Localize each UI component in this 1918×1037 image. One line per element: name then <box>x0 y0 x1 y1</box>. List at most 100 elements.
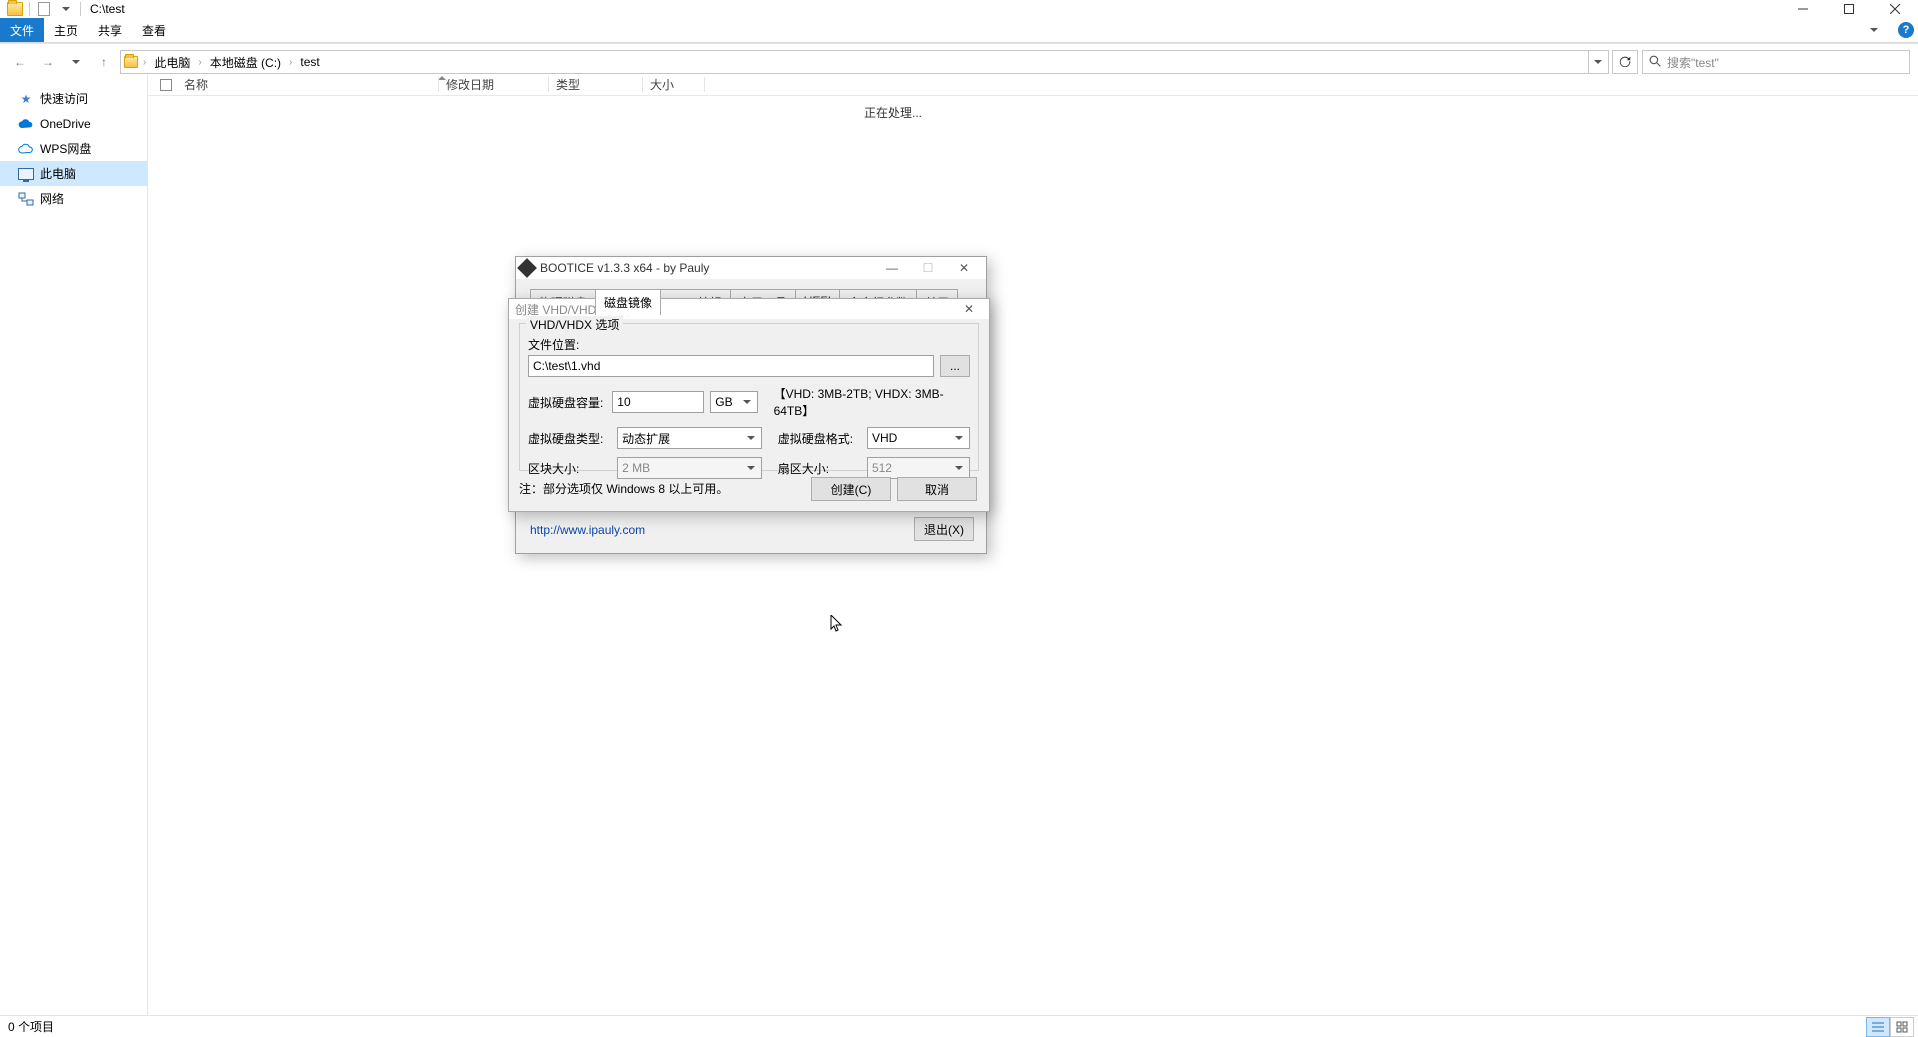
folder-icon[interactable] <box>4 0 26 18</box>
dialog-note: 注：部分选项仅 Windows 8 以上可用。 <box>519 480 728 497</box>
column-divider[interactable] <box>642 77 643 92</box>
capacity-unit-select[interactable]: GB <box>710 391 757 413</box>
maximize-button[interactable] <box>1826 0 1872 18</box>
explorer-titlebar: C:\test <box>0 0 1918 18</box>
cancel-button[interactable]: 取消 <box>897 477 977 501</box>
ribbon-border <box>0 42 1918 44</box>
group-label: VHD/VHDX 选项 <box>526 316 623 333</box>
sidebar-item-this-pc[interactable]: 此电脑 <box>0 161 147 186</box>
breadcrumb-drive[interactable]: 本地磁盘 (C:) <box>206 54 285 71</box>
bootice-titlebar[interactable]: BOOTICE v1.3.3 x64 - by Pauly — ☐ ✕ <box>516 257 986 279</box>
disk-format-label: 虚拟硬盘格式: <box>778 430 861 447</box>
navigation-pane: ★ 快速访问 OneDrive WPS网盘 此电脑 网络 <box>0 74 148 1015</box>
computer-icon <box>18 166 34 182</box>
star-icon: ★ <box>18 91 34 107</box>
sort-ascending-icon <box>438 76 446 80</box>
capacity-hint: 【VHD: 3MB-2TB; VHDX: 3MB-64TB】 <box>774 385 970 419</box>
window-controls <box>1780 0 1918 18</box>
close-button[interactable]: ✕ <box>955 302 983 316</box>
separator <box>80 2 81 16</box>
minimize-button[interactable]: — <box>874 258 910 278</box>
chevron-right-icon[interactable]: › <box>143 57 146 68</box>
disk-format-select[interactable]: VHD <box>867 427 970 449</box>
app-icon <box>517 258 537 278</box>
file-location-label: 文件位置: <box>528 336 612 353</box>
address-bar[interactable]: › 此电脑 › 本地磁盘 (C:) › test <box>120 50 1609 74</box>
window-title: C:\test <box>90 2 125 16</box>
sector-size-label: 扇区大小: <box>778 460 861 477</box>
breadcrumb-folder[interactable]: test <box>296 55 323 69</box>
help-icon[interactable]: ? <box>1898 22 1914 38</box>
cloud-icon <box>18 116 34 132</box>
search-icon <box>1649 55 1661 70</box>
view-toggle-buttons <box>1866 1017 1914 1037</box>
capacity-input[interactable] <box>612 391 704 413</box>
disk-type-select[interactable]: 动态扩展 <box>617 427 762 449</box>
vhd-options-group: VHD/VHDX 选项 文件位置: ... 虚拟硬盘容量: GB 【VHD: 3… <box>519 323 979 471</box>
processing-text: 正在处理... <box>864 104 922 121</box>
sidebar-item-label: WPS网盘 <box>40 140 91 157</box>
column-divider[interactable] <box>548 77 549 92</box>
create-vhd-dialog: 创建 VHD/VHDX 文件 ✕ VHD/VHDX 选项 文件位置: ... 虚… <box>508 298 990 512</box>
status-text: 0 个项目 <box>8 1018 54 1035</box>
breadcrumb-root[interactable]: 此电脑 <box>150 54 194 71</box>
sidebar-item-network[interactable]: 网络 <box>0 186 147 211</box>
sidebar-item-label: 快速访问 <box>40 90 88 107</box>
exit-button[interactable]: 退出(X) <box>914 517 974 541</box>
sidebar-item-wps[interactable]: WPS网盘 <box>0 136 147 161</box>
browse-button[interactable]: ... <box>940 355 970 377</box>
ribbon-expand-icon[interactable] <box>1870 28 1878 32</box>
column-size[interactable]: 大小 <box>650 76 674 93</box>
status-bar: 0 个项目 <box>0 1015 1918 1037</box>
ribbon-tab-file[interactable]: 文件 <box>0 18 44 42</box>
up-button[interactable]: ↑ <box>92 50 116 74</box>
back-button[interactable]: ← <box>8 50 32 74</box>
bootice-link[interactable]: http://www.ipauly.com <box>530 523 645 537</box>
column-headers: 名称 修改日期 类型 大小 <box>148 74 1918 96</box>
qat-dropdown-icon[interactable] <box>55 0 77 18</box>
file-path-input[interactable] <box>528 355 934 377</box>
chevron-right-icon[interactable]: › <box>198 57 201 68</box>
refresh-button[interactable] <box>1612 50 1638 74</box>
column-divider[interactable] <box>438 77 439 92</box>
minimize-button[interactable] <box>1780 0 1826 18</box>
tab-disk-image[interactable]: 磁盘镜像 <box>595 289 661 315</box>
create-button[interactable]: 创建(C) <box>811 477 891 501</box>
close-button[interactable]: ✕ <box>946 258 982 278</box>
ribbon-right-controls: ? <box>1870 22 1914 38</box>
column-name[interactable]: 名称 <box>184 76 434 93</box>
address-dropdown-icon[interactable] <box>1588 51 1606 73</box>
ribbon-tabs: 文件 主页 共享 查看 ? <box>0 18 1918 42</box>
column-type[interactable]: 类型 <box>556 76 580 93</box>
ribbon-tab-home[interactable]: 主页 <box>44 18 88 42</box>
quick-access-toolbar <box>4 0 84 18</box>
window-controls: — ☐ ✕ <box>874 258 982 278</box>
block-size-select: 2 MB <box>617 457 762 479</box>
block-size-label: 区块大小: <box>528 460 611 477</box>
ribbon-tab-share[interactable]: 共享 <box>88 18 132 42</box>
sidebar-item-label: 此电脑 <box>40 165 76 182</box>
icons-view-button[interactable] <box>1890 1017 1914 1037</box>
close-button[interactable] <box>1872 0 1918 18</box>
disk-type-label: 虚拟硬盘类型: <box>528 430 611 447</box>
column-date[interactable]: 修改日期 <box>446 76 494 93</box>
column-divider[interactable] <box>704 77 705 92</box>
properties-icon[interactable] <box>33 0 55 18</box>
chevron-right-icon[interactable]: › <box>289 57 292 68</box>
details-view-button[interactable] <box>1866 1017 1890 1037</box>
recent-dropdown-icon[interactable] <box>64 50 88 74</box>
forward-button[interactable]: → <box>36 50 60 74</box>
sector-size-select: 512 <box>867 457 970 479</box>
select-all-checkbox[interactable] <box>160 79 172 91</box>
capacity-label: 虚拟硬盘容量: <box>528 394 606 411</box>
search-placeholder: 搜索"test" <box>1667 54 1719 71</box>
sidebar-item-quick-access[interactable]: ★ 快速访问 <box>0 86 147 111</box>
cloud-icon <box>18 141 34 157</box>
sidebar-item-onedrive[interactable]: OneDrive <box>0 111 147 136</box>
navigation-bar: ← → ↑ › 此电脑 › 本地磁盘 (C:) › test 搜索"test" <box>0 48 1918 76</box>
ribbon-tab-view[interactable]: 查看 <box>132 18 176 42</box>
maximize-button[interactable]: ☐ <box>910 258 946 278</box>
file-list-pane: 名称 修改日期 类型 大小 正在处理... <box>148 74 1918 1015</box>
sidebar-item-label: OneDrive <box>40 117 91 131</box>
search-input[interactable]: 搜索"test" <box>1642 50 1910 74</box>
